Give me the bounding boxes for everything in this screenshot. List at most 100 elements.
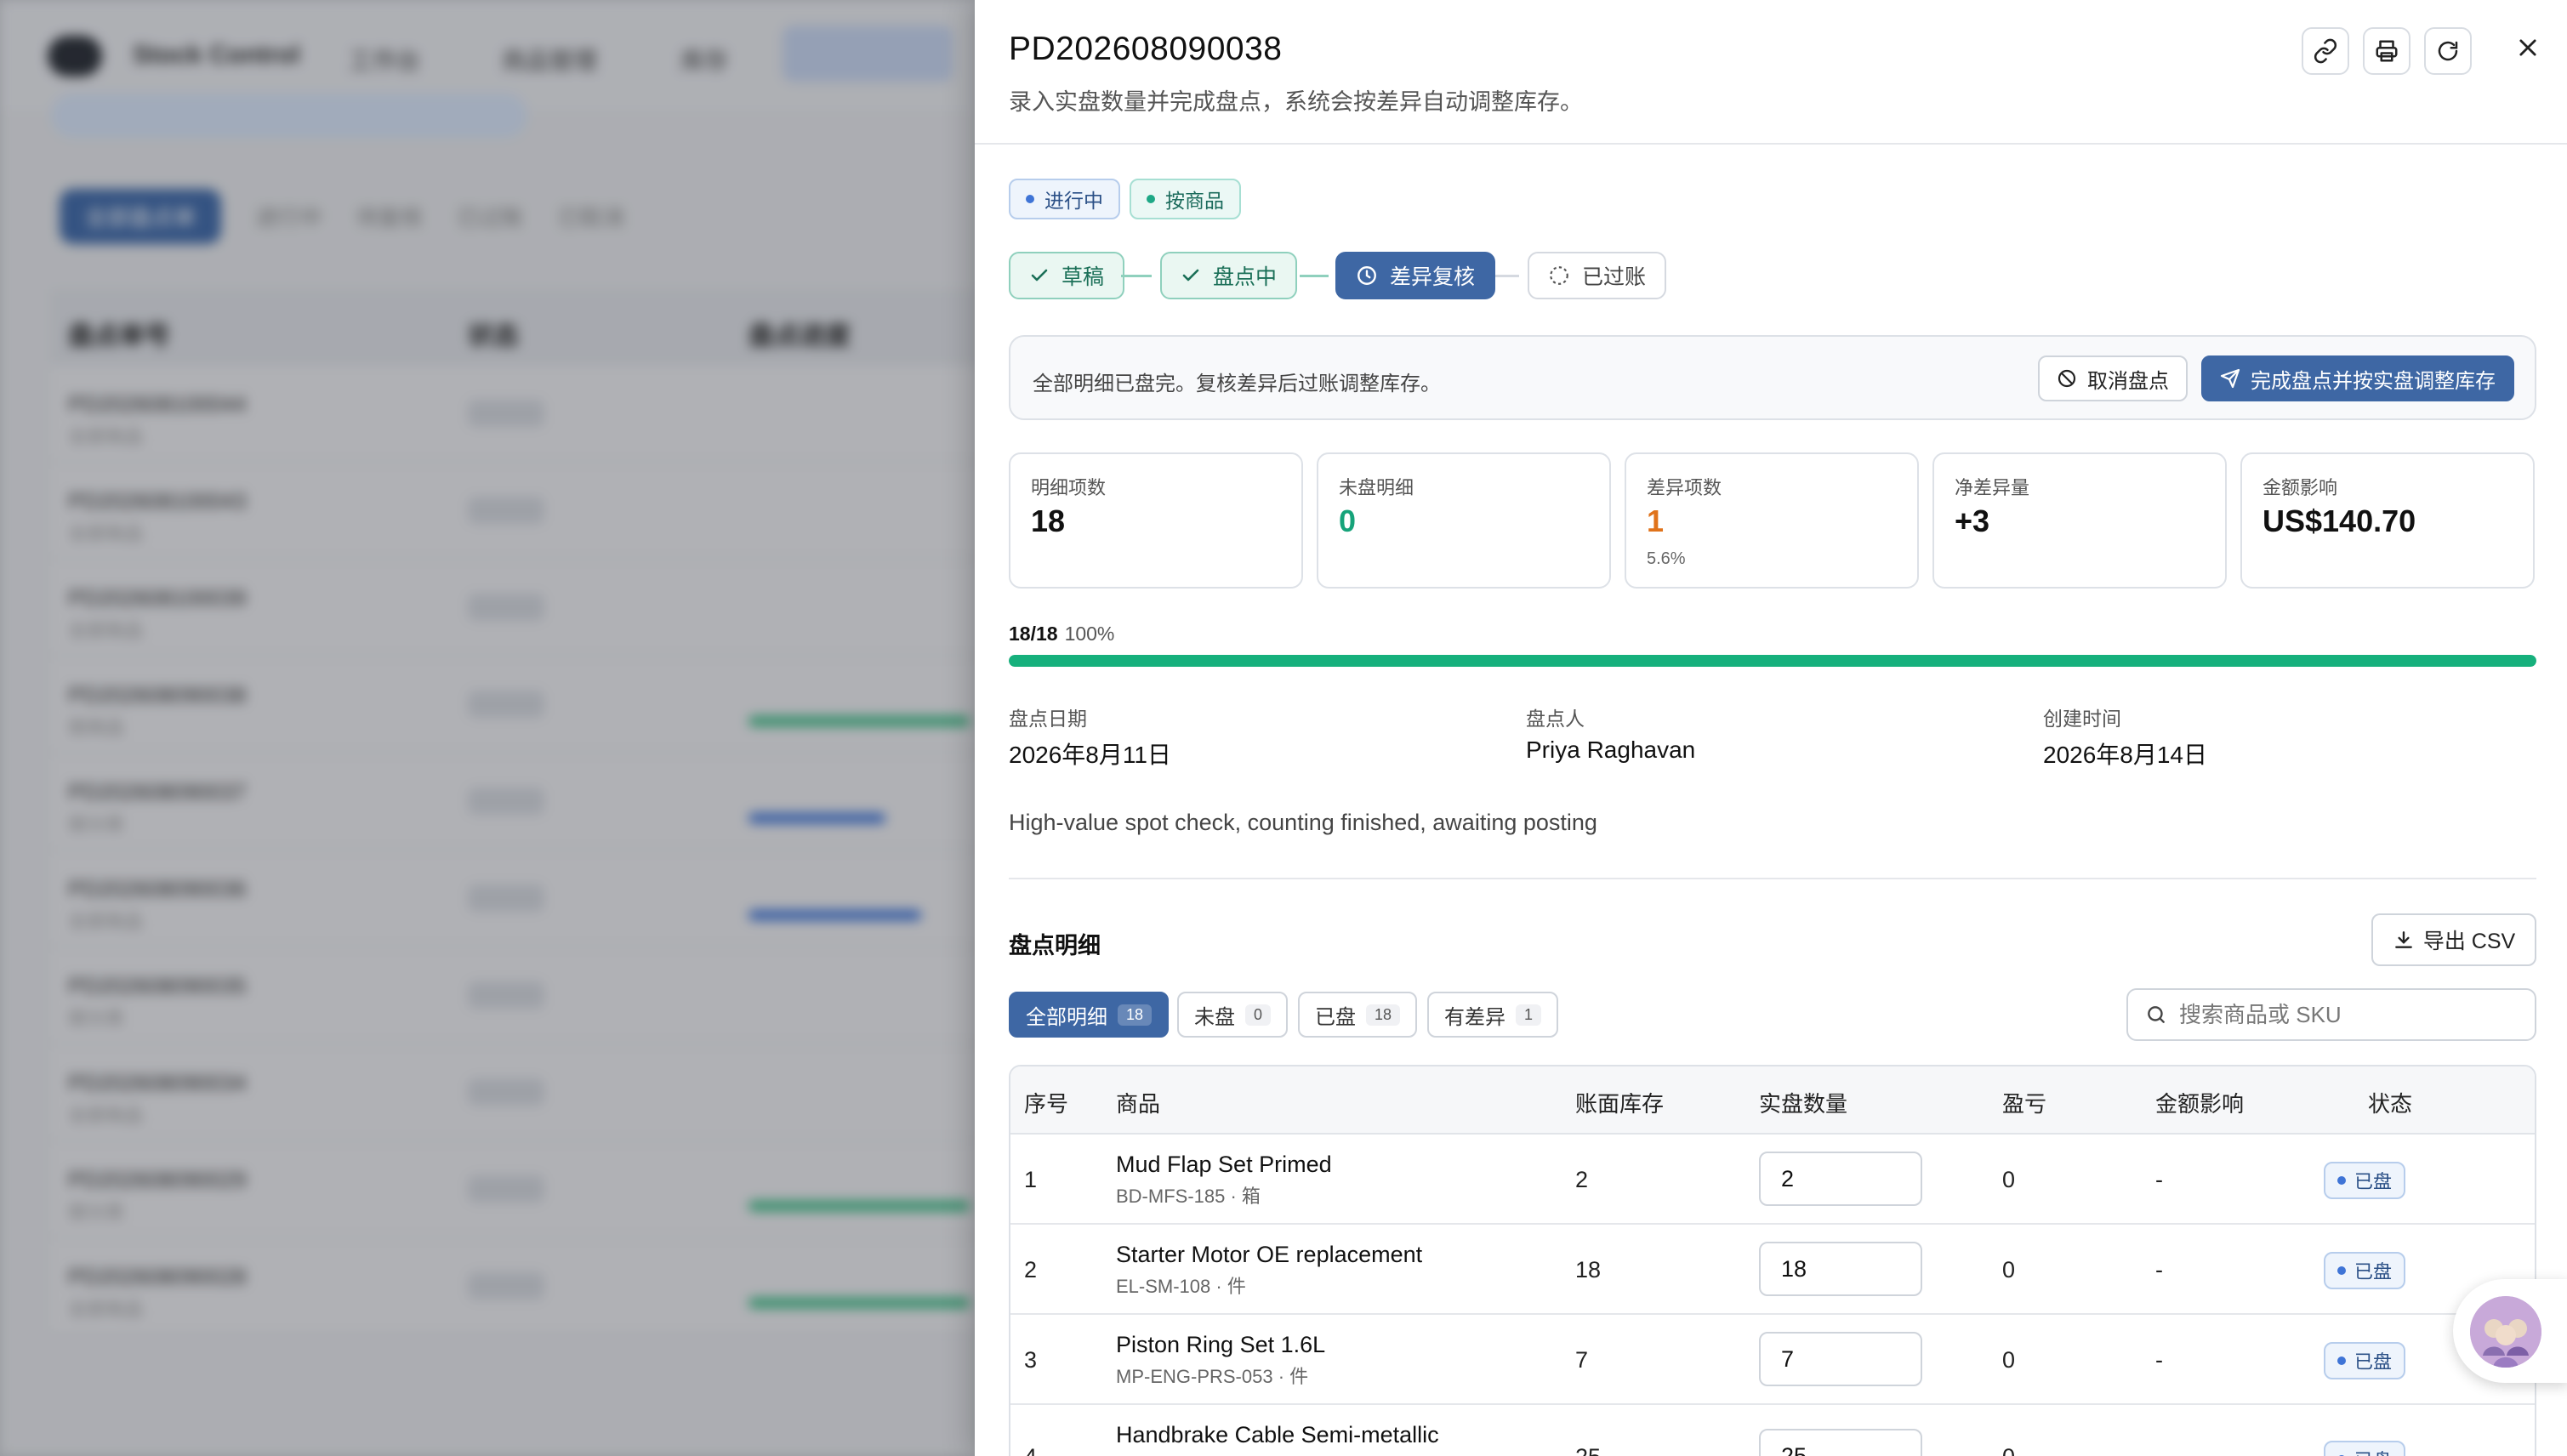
status-label: 已盘 xyxy=(2354,1351,2393,1373)
progress-count: 18/18 xyxy=(1009,623,1058,645)
row-no: 4 xyxy=(1024,1444,1037,1456)
clock-icon xyxy=(1357,266,1376,285)
export-csv-button[interactable]: 导出 CSV xyxy=(2371,913,2536,966)
assistant-bubble[interactable] xyxy=(2453,1279,2567,1383)
step-label: 差异复核 xyxy=(1390,265,1476,289)
link-icon xyxy=(2314,38,2337,64)
status-dot xyxy=(2337,1266,2346,1275)
progress-percent: 100% xyxy=(1064,623,1115,645)
status-tag-in-progress: 进行中 xyxy=(1009,179,1120,219)
search-input[interactable] xyxy=(2179,1001,2502,1028)
counted-qty-input[interactable] xyxy=(1759,1152,1922,1206)
row-no: 1 xyxy=(1024,1167,1038,1192)
filter-count: 0 xyxy=(1245,1004,1272,1026)
counted-qty-input[interactable] xyxy=(1759,1429,1922,1456)
close-icon xyxy=(2519,39,2536,56)
stat-value: 0 xyxy=(1339,503,1357,538)
step-connector xyxy=(1121,275,1152,277)
meta-label-count-date: 盘点日期 xyxy=(1009,708,1087,730)
row-product: Mud Flap Set Primed BD-MFS-185 · 箱 xyxy=(1116,1152,1332,1209)
people-avatar-icon xyxy=(2470,1296,2541,1368)
step-variance-review: 差异复核 xyxy=(1335,252,1496,299)
stat-net-variance: 净差异量 +3 xyxy=(1932,452,2227,589)
drawer-title: PD202608090038 xyxy=(1009,31,1283,67)
meta-value-created: 2026年8月14日 xyxy=(2043,742,2208,768)
meta-value-count-date: 2026年8月11日 xyxy=(1009,742,1171,768)
step-label: 已过账 xyxy=(1582,265,1647,289)
stat-label: 金额影响 xyxy=(2262,477,2338,498)
row-amount-impact: - xyxy=(2155,1347,2163,1373)
section-divider xyxy=(1009,878,2536,879)
filter-tab-with-variance[interactable]: 有差异 1 xyxy=(1427,992,1559,1038)
details-table-header: 序号 商品 账面库存 实盘数量 盈亏 金额影响 状态 xyxy=(1010,1066,2535,1135)
step-connector xyxy=(1495,275,1519,277)
filter-count: 18 xyxy=(1118,1004,1153,1026)
filter-label: 未盘 xyxy=(1194,1005,1235,1029)
check-icon xyxy=(1031,269,1048,282)
status-dot xyxy=(2337,1176,2346,1185)
row-book-stock: 25 xyxy=(1575,1444,1601,1456)
close-drawer-button[interactable] xyxy=(2506,26,2550,70)
stat-uncounted: 未盘明细 0 xyxy=(1317,452,1611,589)
export-label: 导出 CSV xyxy=(2422,930,2516,953)
pending-circle-icon xyxy=(1550,266,1568,285)
row-book-stock: 18 xyxy=(1575,1257,1602,1283)
complete-and-adjust-button[interactable]: 完成盘点并按实盘调整库存 xyxy=(2201,355,2514,401)
filter-label: 已盘 xyxy=(1315,1005,1356,1029)
table-row: 3 Piston Ring Set 1.6L MP-ENG-PRS-053 · … xyxy=(1010,1315,2535,1405)
row-variance: 0 xyxy=(2002,1444,2015,1456)
drawer-overlay[interactable] xyxy=(0,0,978,1456)
scope-tag-by-product: 按商品 xyxy=(1130,179,1241,219)
stat-amount-impact: 金额影响 US$140.70 xyxy=(2240,452,2535,589)
print-button[interactable] xyxy=(2363,27,2410,75)
meta-value-counter: Priya Raghavan xyxy=(1526,737,1696,763)
stat-label: 差异项数 xyxy=(1647,477,1722,498)
step-counting: 盘点中 xyxy=(1160,252,1298,299)
stat-value: US$140.70 xyxy=(2262,503,2416,538)
refresh-button[interactable] xyxy=(2424,27,2472,75)
row-product: Piston Ring Set 1.6L MP-ENG-PRS-053 · 件 xyxy=(1116,1332,1325,1389)
counted-qty-input[interactable] xyxy=(1759,1242,1922,1296)
filter-tab-all[interactable]: 全部明细 18 xyxy=(1009,992,1170,1038)
drawer-subtitle: 录入实盘数量并完成盘点，系统会按差异自动调整库存。 xyxy=(1009,89,1583,115)
copy-link-button[interactable] xyxy=(2302,27,2349,75)
printer-icon xyxy=(2376,40,2398,62)
row-book-stock: 2 xyxy=(1575,1167,1589,1192)
filter-tab-uncounted[interactable]: 未盘 0 xyxy=(1177,992,1289,1038)
row-product: Starter Motor OE replacement EL-SM-108 ·… xyxy=(1116,1242,1422,1299)
details-table: 序号 商品 账面库存 实盘数量 盈亏 金额影响 状态 1 Mud Flap Se… xyxy=(1009,1065,2536,1456)
filter-label: 有差异 xyxy=(1444,1005,1505,1029)
col-variance: 盈亏 xyxy=(2002,1091,2047,1117)
status-label: 已盘 xyxy=(2354,1171,2393,1192)
product-name: Handbrake Cable Semi-metallic xyxy=(1116,1422,1439,1447)
stat-variance-items: 差异项数 1 5.6% xyxy=(1625,452,1919,589)
cancel-stocktake-button[interactable]: 取消盘点 xyxy=(2038,355,2188,401)
step-label: 草稿 xyxy=(1062,265,1105,289)
counted-qty-input[interactable] xyxy=(1759,1332,1922,1386)
download-icon xyxy=(2394,931,2412,948)
stat-value: +3 xyxy=(1955,503,1990,538)
row-variance: 0 xyxy=(2002,1347,2016,1373)
step-label: 盘点中 xyxy=(1213,265,1278,289)
row-no: 3 xyxy=(1024,1347,1038,1373)
product-sku: EL-SM-108 · 件 xyxy=(1116,1276,1246,1297)
product-sku: BD-MFS-185 · 箱 xyxy=(1116,1186,1261,1207)
refresh-icon xyxy=(2438,41,2458,61)
ban-icon xyxy=(2058,369,2076,388)
cancel-label: 取消盘点 xyxy=(2087,369,2169,393)
tag-label: 进行中 xyxy=(1044,190,1103,212)
stat-label: 净差异量 xyxy=(1955,477,2030,498)
row-amount-impact: - xyxy=(2155,1257,2163,1283)
filter-tab-counted[interactable]: 已盘 18 xyxy=(1298,992,1418,1038)
stat-note: 5.6% xyxy=(1647,549,1686,568)
action-banner: 全部明细已盘完。复核差异后过账调整库存。 取消盘点 完成盘点并按实盘调整库存 xyxy=(1009,335,2536,420)
row-amount-impact: - xyxy=(2155,1444,2163,1456)
col-counted-qty: 实盘数量 xyxy=(1759,1091,1848,1117)
scope-dot xyxy=(1147,195,1155,203)
table-row: 1 Mud Flap Set Primed BD-MFS-185 · 箱 2 0… xyxy=(1010,1135,2535,1225)
stat-line-items: 明细项数 18 xyxy=(1009,452,1303,589)
status-dot xyxy=(1026,195,1034,203)
stat-label: 明细项数 xyxy=(1031,477,1107,498)
row-status-badge: 已盘 xyxy=(2324,1441,2406,1456)
status-label: 已盘 xyxy=(2354,1261,2393,1283)
